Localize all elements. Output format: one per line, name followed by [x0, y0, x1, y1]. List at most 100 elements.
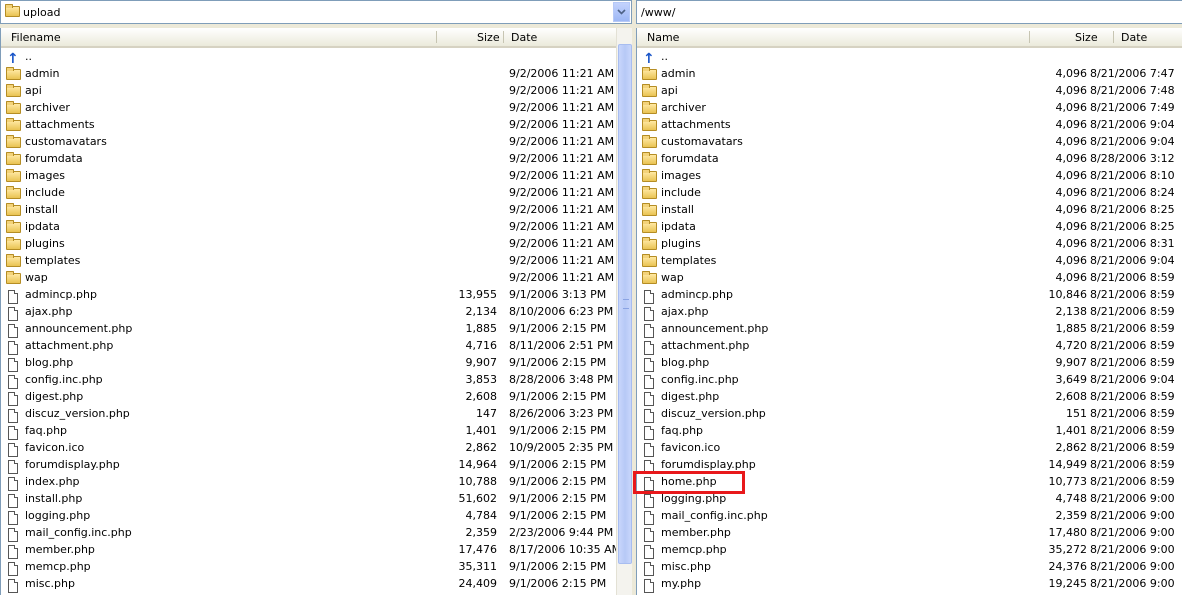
- file-row[interactable]: admincp.php 13,955 9/1/2006 3:13 PM: [1, 286, 617, 304]
- row-size: 4,096: [1055, 84, 1088, 97]
- row-name: archiver: [661, 101, 706, 114]
- row-date: 8/21/2006 8:24: [1090, 186, 1175, 199]
- file-row[interactable]: config.inc.php 3,853 8/28/2006 3:48 PM: [1, 371, 617, 389]
- scrollbar-thumb[interactable]: [618, 44, 632, 564]
- parent-directory-row[interactable]: ↑..: [637, 48, 1182, 67]
- folder-row[interactable]: archiver 4,096 8/21/2006 7:49: [637, 99, 1182, 116]
- local-rows: ↑.. admin 9/2/2006 11:21 AM api 9/2/2006 11:…: [1, 48, 621, 593]
- row-name: member.php: [661, 526, 731, 539]
- remote-file-list[interactable]: Name Size Date ↑.. admin 4,096 8/21/2006 7:…: [636, 28, 1182, 595]
- folder-row[interactable]: forumdata 4,096 8/28/2006 3:12: [637, 150, 1182, 167]
- file-row[interactable]: admincp.php 10,846 8/21/2006 8:59: [637, 286, 1182, 304]
- file-row[interactable]: logging.php 4,784 9/1/2006 2:15 PM: [1, 507, 617, 525]
- file-row[interactable]: install.php 51,602 9/1/2006 2:15 PM: [1, 490, 617, 508]
- column-header-size[interactable]: Size: [477, 31, 500, 44]
- folder-row[interactable]: install 4,096 8/21/2006 8:25: [637, 201, 1182, 218]
- file-row[interactable]: memcp.php 35,272 8/21/2006 9:00: [637, 541, 1182, 559]
- folder-row[interactable]: include 9/2/2006 11:21 AM: [1, 184, 617, 201]
- local-path-combobox[interactable]: upload: [0, 0, 632, 24]
- row-name: images: [25, 169, 65, 182]
- folder-row[interactable]: wap 9/2/2006 11:21 AM: [1, 269, 617, 286]
- folder-row[interactable]: attachments 4,096 8/21/2006 9:04: [637, 116, 1182, 133]
- file-row[interactable]: misc.php 24,376 8/21/2006 9:00: [637, 558, 1182, 576]
- file-row[interactable]: discuz_version.php 147 8/26/2006 3:23 PM: [1, 405, 617, 423]
- folder-icon: [642, 271, 658, 286]
- folder-row[interactable]: templates 4,096 8/21/2006 9:04: [637, 252, 1182, 269]
- remote-path-field[interactable]: /www/: [636, 0, 1182, 24]
- row-date: 9/2/2006 11:21 AM: [509, 67, 615, 80]
- row-size: 2,359: [465, 526, 498, 539]
- file-row[interactable]: index.php 10,788 9/1/2006 2:15 PM: [1, 473, 617, 491]
- file-row[interactable]: digest.php 2,608 9/1/2006 2:15 PM: [1, 388, 617, 406]
- row-name: forumdisplay.php: [25, 458, 120, 471]
- folder-row[interactable]: attachments 9/2/2006 11:21 AM: [1, 116, 617, 133]
- file-row[interactable]: mail_config.inc.php 2,359 2/23/2006 9:44 P…: [1, 524, 617, 542]
- dropdown-chevron-icon[interactable]: [613, 2, 630, 22]
- file-row[interactable]: member.php 17,476 8/17/2006 10:35 AM: [1, 541, 621, 559]
- folder-row[interactable]: customavatars 4,096 8/21/2006 9:04: [637, 133, 1182, 150]
- local-file-list[interactable]: Filename Size Date ↑.. admin 9/2/2006 11:2…: [0, 28, 621, 595]
- row-name: ajax.php: [661, 305, 709, 318]
- file-icon: [642, 441, 658, 457]
- file-row[interactable]: config.inc.php 3,649 8/21/2006 9:04: [637, 371, 1182, 389]
- file-row[interactable]: favicon.ico 2,862 10/9/2005 2:35 PM: [1, 439, 617, 457]
- file-row[interactable]: ajax.php 2,138 8/21/2006 8:59: [637, 303, 1182, 321]
- folder-row[interactable]: images 4,096 8/21/2006 8:10: [637, 167, 1182, 184]
- folder-row[interactable]: api 4,096 8/21/2006 7:48: [637, 82, 1182, 99]
- row-date: 8/21/2006 9:00: [1090, 526, 1175, 539]
- folder-row[interactable]: ipdata 4,096 8/21/2006 8:25: [637, 218, 1182, 235]
- folder-row[interactable]: ipdata 9/2/2006 11:21 AM: [1, 218, 617, 235]
- file-row[interactable]: my.php 19,245 8/21/2006 9:00: [637, 575, 1182, 593]
- up-arrow-icon: ↑: [643, 51, 655, 67]
- file-row[interactable]: attachment.php 4,716 8/11/2006 2:51 PM: [1, 337, 617, 355]
- folder-row[interactable]: templates 9/2/2006 11:21 AM: [1, 252, 617, 269]
- file-row[interactable]: misc.php 24,409 9/1/2006 2:15 PM: [1, 575, 617, 593]
- file-row[interactable]: blog.php 9,907 8/21/2006 8:59: [637, 354, 1182, 372]
- remote-pane: /www/ Name Size Date ↑.. admin 4,096 8/21/2…: [636, 0, 1182, 595]
- folder-row[interactable]: forumdata 9/2/2006 11:21 AM: [1, 150, 617, 167]
- file-row[interactable]: digest.php 2,608 8/21/2006 8:59: [637, 388, 1182, 406]
- row-date: 8/21/2006 8:59: [1090, 458, 1175, 471]
- file-row[interactable]: ajax.php 2,134 8/10/2006 6:23 PM: [1, 303, 617, 321]
- column-header-date[interactable]: Date: [511, 31, 537, 44]
- folder-icon: [6, 271, 22, 286]
- file-row[interactable]: faq.php 1,401 9/1/2006 2:15 PM: [1, 422, 617, 440]
- folder-row[interactable]: customavatars 9/2/2006 11:21 AM: [1, 133, 617, 150]
- file-row[interactable]: faq.php 1,401 8/21/2006 8:59: [637, 422, 1182, 440]
- folder-icon: [642, 118, 658, 133]
- local-scrollbar[interactable]: [616, 28, 632, 595]
- file-icon: [642, 373, 658, 389]
- column-header-filename[interactable]: Filename: [11, 31, 61, 44]
- file-row[interactable]: favicon.ico 2,862 8/21/2006 8:59: [637, 439, 1182, 457]
- column-header-date[interactable]: Date: [1121, 31, 1147, 44]
- folder-row[interactable]: archiver 9/2/2006 11:21 AM: [1, 99, 617, 116]
- folder-row[interactable]: images 9/2/2006 11:21 AM: [1, 167, 617, 184]
- row-date: 9/2/2006 11:21 AM: [509, 101, 615, 114]
- file-row[interactable]: attachment.php 4,720 8/21/2006 8:59: [637, 337, 1182, 355]
- file-row[interactable]: forumdisplay.php 14,964 9/1/2006 2:15 PM: [1, 456, 617, 474]
- parent-directory-row[interactable]: ↑..: [1, 48, 617, 66]
- file-row[interactable]: memcp.php 35,311 9/1/2006 2:15 PM: [1, 558, 617, 576]
- column-header-name[interactable]: Name: [647, 31, 679, 44]
- file-row[interactable]: announcement.php 1,885 8/21/2006 8:59: [637, 320, 1182, 338]
- file-icon: [6, 475, 22, 491]
- folder-row[interactable]: install 9/2/2006 11:21 AM: [1, 201, 617, 218]
- file-row[interactable]: blog.php 9,907 9/1/2006 2:15 PM: [1, 354, 617, 372]
- folder-row[interactable]: admin 9/2/2006 11:21 AM: [1, 65, 617, 82]
- file-row[interactable]: discuz_version.php 151 8/21/2006 8:59: [637, 405, 1182, 423]
- column-header-size[interactable]: Size: [1075, 31, 1098, 44]
- folder-row[interactable]: wap 4,096 8/21/2006 8:59: [637, 269, 1182, 286]
- folder-row[interactable]: plugins 4,096 8/21/2006 8:31: [637, 235, 1182, 252]
- file-icon: [6, 577, 22, 593]
- row-size: 2,138: [1055, 305, 1088, 318]
- folder-row[interactable]: admin 4,096 8/21/2006 7:47: [637, 65, 1182, 82]
- file-row[interactable]: mail_config.inc.php 2,359 8/21/2006 9:00: [637, 507, 1182, 525]
- row-name: digest.php: [25, 390, 84, 403]
- file-row[interactable]: announcement.php 1,885 9/1/2006 2:15 PM: [1, 320, 617, 338]
- row-size: 17,476: [458, 543, 498, 556]
- row-name: admin: [25, 67, 60, 80]
- folder-row[interactable]: include 4,096 8/21/2006 8:24: [637, 184, 1182, 201]
- folder-row[interactable]: plugins 9/2/2006 11:21 AM: [1, 235, 617, 252]
- file-row[interactable]: member.php 17,480 8/21/2006 9:00: [637, 524, 1182, 542]
- folder-row[interactable]: api 9/2/2006 11:21 AM: [1, 82, 617, 99]
